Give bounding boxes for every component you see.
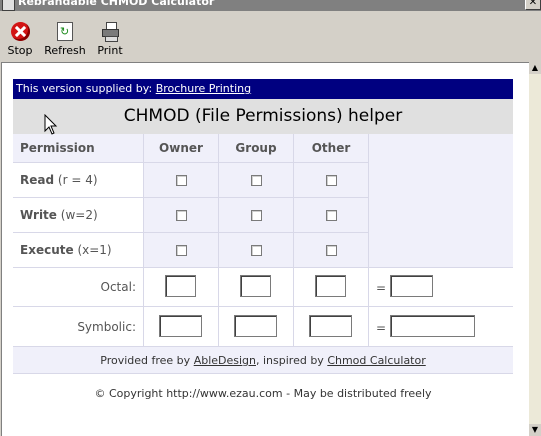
octal-equals: =	[376, 281, 387, 295]
group-symbolic-field[interactable]	[234, 315, 277, 337]
symbolic-equals: =	[376, 321, 387, 335]
owner-read-checkbox[interactable]	[175, 175, 187, 186]
blank-cell	[369, 134, 513, 268]
octal-label: Octal:	[13, 268, 144, 307]
permissions-table: Permission Owner Group Other Read (r = 4…	[13, 134, 513, 374]
other-octal-field[interactable]	[315, 275, 346, 297]
owner-execute-checkbox[interactable]	[175, 245, 187, 256]
scroll-up-icon[interactable]: ▲	[529, 62, 541, 74]
header-other: Other	[294, 134, 369, 163]
perm-name: Write	[20, 208, 57, 222]
other-execute-checkbox[interactable]	[325, 245, 337, 256]
perm-name: Execute	[20, 243, 74, 257]
row-execute-label: Execute (x=1)	[13, 233, 144, 268]
other-write-checkbox[interactable]	[325, 210, 337, 221]
group-read-checkbox[interactable]	[250, 175, 262, 186]
other-symbolic-field[interactable]	[309, 315, 352, 337]
header-owner: Owner	[144, 134, 219, 163]
symbolic-label: Symbolic:	[13, 307, 144, 347]
window-title: Rebrandable CHMOD Calculator	[18, 0, 215, 8]
chmod-calculator-link[interactable]: Chmod Calculator	[327, 354, 425, 367]
print-label: Print	[97, 44, 123, 57]
stop-label: Stop	[7, 44, 33, 57]
page-title: CHMOD (File Permissions) helper	[13, 99, 513, 134]
refresh-label: Refresh	[44, 44, 86, 57]
symbolic-result-field[interactable]	[390, 315, 475, 337]
credits-prefix: Provided free by	[100, 354, 191, 367]
perm-name: Read	[20, 173, 55, 187]
supplier-link[interactable]: Brochure Printing	[156, 82, 251, 95]
supplier-banner: This version supplied by: Brochure Print…	[13, 79, 513, 99]
header-group: Group	[219, 134, 294, 163]
perm-hint: (w=2)	[60, 208, 98, 222]
refresh-button[interactable]: ↻ Refresh	[44, 22, 86, 57]
copyright-text: © Copyright http://www.ezau.com - May be…	[94, 387, 432, 400]
stop-icon	[10, 22, 30, 41]
abledesign-link[interactable]: AbleDesign	[194, 354, 256, 367]
perm-hint: (r = 4)	[57, 173, 98, 187]
printer-icon	[101, 22, 120, 42]
owner-symbolic-field[interactable]	[159, 315, 202, 337]
octal-result-field[interactable]	[390, 275, 433, 297]
group-execute-checkbox[interactable]	[250, 245, 262, 256]
print-button[interactable]: Print	[96, 22, 124, 57]
owner-octal-field[interactable]	[165, 275, 196, 297]
refresh-icon: ↻	[57, 22, 73, 41]
stop-button[interactable]: Stop	[6, 22, 34, 57]
window-titlebar: Rebrandable CHMOD Calculator ✕	[0, 0, 541, 11]
toolbar: Stop ↻ Refresh Print	[0, 11, 541, 60]
supplier-prefix: This version supplied by:	[16, 82, 153, 95]
close-button[interactable]: ✕	[525, 0, 541, 10]
group-octal-field[interactable]	[240, 275, 271, 297]
owner-write-checkbox[interactable]	[175, 210, 187, 221]
other-read-checkbox[interactable]	[325, 175, 337, 186]
row-read-label: Read (r = 4)	[13, 163, 144, 198]
row-write-label: Write (w=2)	[13, 198, 144, 233]
scroll-down-icon[interactable]: ▼	[529, 424, 541, 436]
credits-middle: , inspired by	[256, 354, 324, 367]
perm-hint: (x=1)	[77, 243, 112, 257]
credits-bar: Provided free by AbleDesign, inspired by…	[13, 347, 513, 374]
header-permission: Permission	[13, 134, 144, 163]
group-write-checkbox[interactable]	[250, 210, 262, 221]
app-icon	[2, 0, 15, 11]
vertical-scrollbar[interactable]: ▲ ▼	[529, 62, 541, 436]
